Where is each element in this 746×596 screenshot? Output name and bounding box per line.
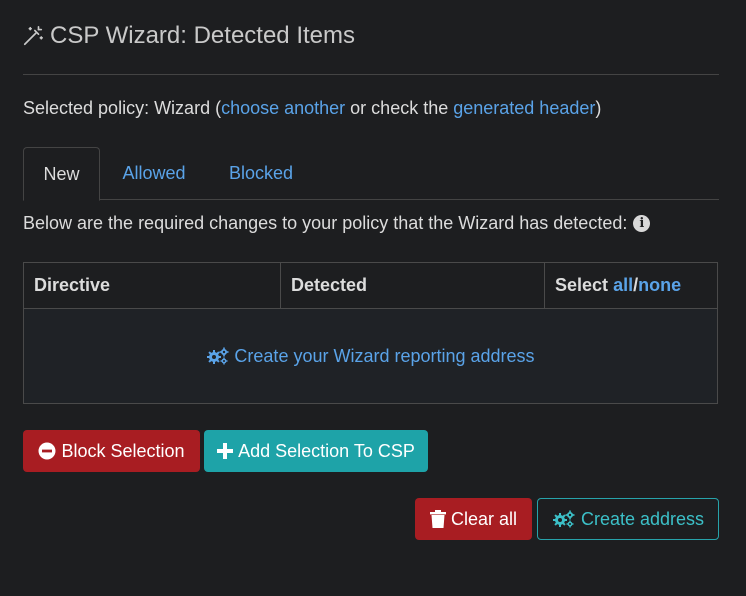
column-detected: Detected (281, 263, 545, 308)
generated-header-link[interactable]: generated header (453, 98, 595, 118)
select-prefix: Select (555, 275, 609, 295)
select-all-link[interactable]: all (613, 275, 633, 296)
page-title-text: CSP Wizard: Detected Items (50, 22, 355, 49)
column-select: Select all / none (545, 263, 717, 308)
cogs-icon (552, 510, 576, 528)
block-selection-label: Block Selection (61, 440, 185, 461)
block-selection-button[interactable]: Block Selection (23, 430, 200, 472)
create-address-label: Create address (580, 508, 705, 529)
minus-circle-icon (38, 442, 56, 460)
add-selection-button[interactable]: Add Selection To CSP (204, 430, 428, 472)
plus-icon (217, 443, 234, 459)
create-reporting-address-link[interactable]: Create your Wizard reporting address (206, 345, 535, 367)
tab-bar: New Allowed Blocked (23, 147, 719, 201)
trash-icon (429, 510, 446, 528)
tab-allowed[interactable]: Allowed (111, 147, 197, 200)
policy-prefix: Selected policy: Wizard ( (23, 98, 222, 118)
selected-policy-line: Selected policy: Wizard (choose another … (23, 98, 601, 119)
policy-suffix: ) (595, 98, 602, 118)
choose-another-link[interactable]: choose another (221, 98, 345, 118)
cogs-icon (206, 347, 230, 365)
create-address-button[interactable]: Create address (537, 498, 719, 540)
divider (23, 74, 719, 75)
tab-blocked[interactable]: Blocked (219, 147, 303, 200)
create-reporting-address-label: Create your Wizard reporting address (234, 345, 535, 366)
detected-description: Below are the required changes to your p… (23, 213, 651, 234)
description-text: Below are the required changes to your p… (23, 213, 628, 233)
policy-middle: or check the (345, 98, 454, 118)
clear-all-button[interactable]: Clear all (415, 498, 532, 540)
magic-wand-icon (22, 25, 44, 47)
table-header: Directive Detected Select all / none (24, 263, 717, 309)
clear-all-label: Clear all (450, 508, 518, 529)
column-directive: Directive (24, 263, 281, 308)
table-body: Create your Wizard reporting address (24, 309, 717, 403)
select-none-link[interactable]: none (638, 275, 681, 296)
tab-new[interactable]: New (23, 147, 100, 201)
detected-items-table: Directive Detected Select all / none Cre… (23, 262, 718, 404)
info-icon[interactable]: i (633, 215, 651, 232)
add-selection-label: Add Selection To CSP (238, 440, 415, 461)
page-title: CSP Wizard: Detected Items (22, 22, 355, 50)
